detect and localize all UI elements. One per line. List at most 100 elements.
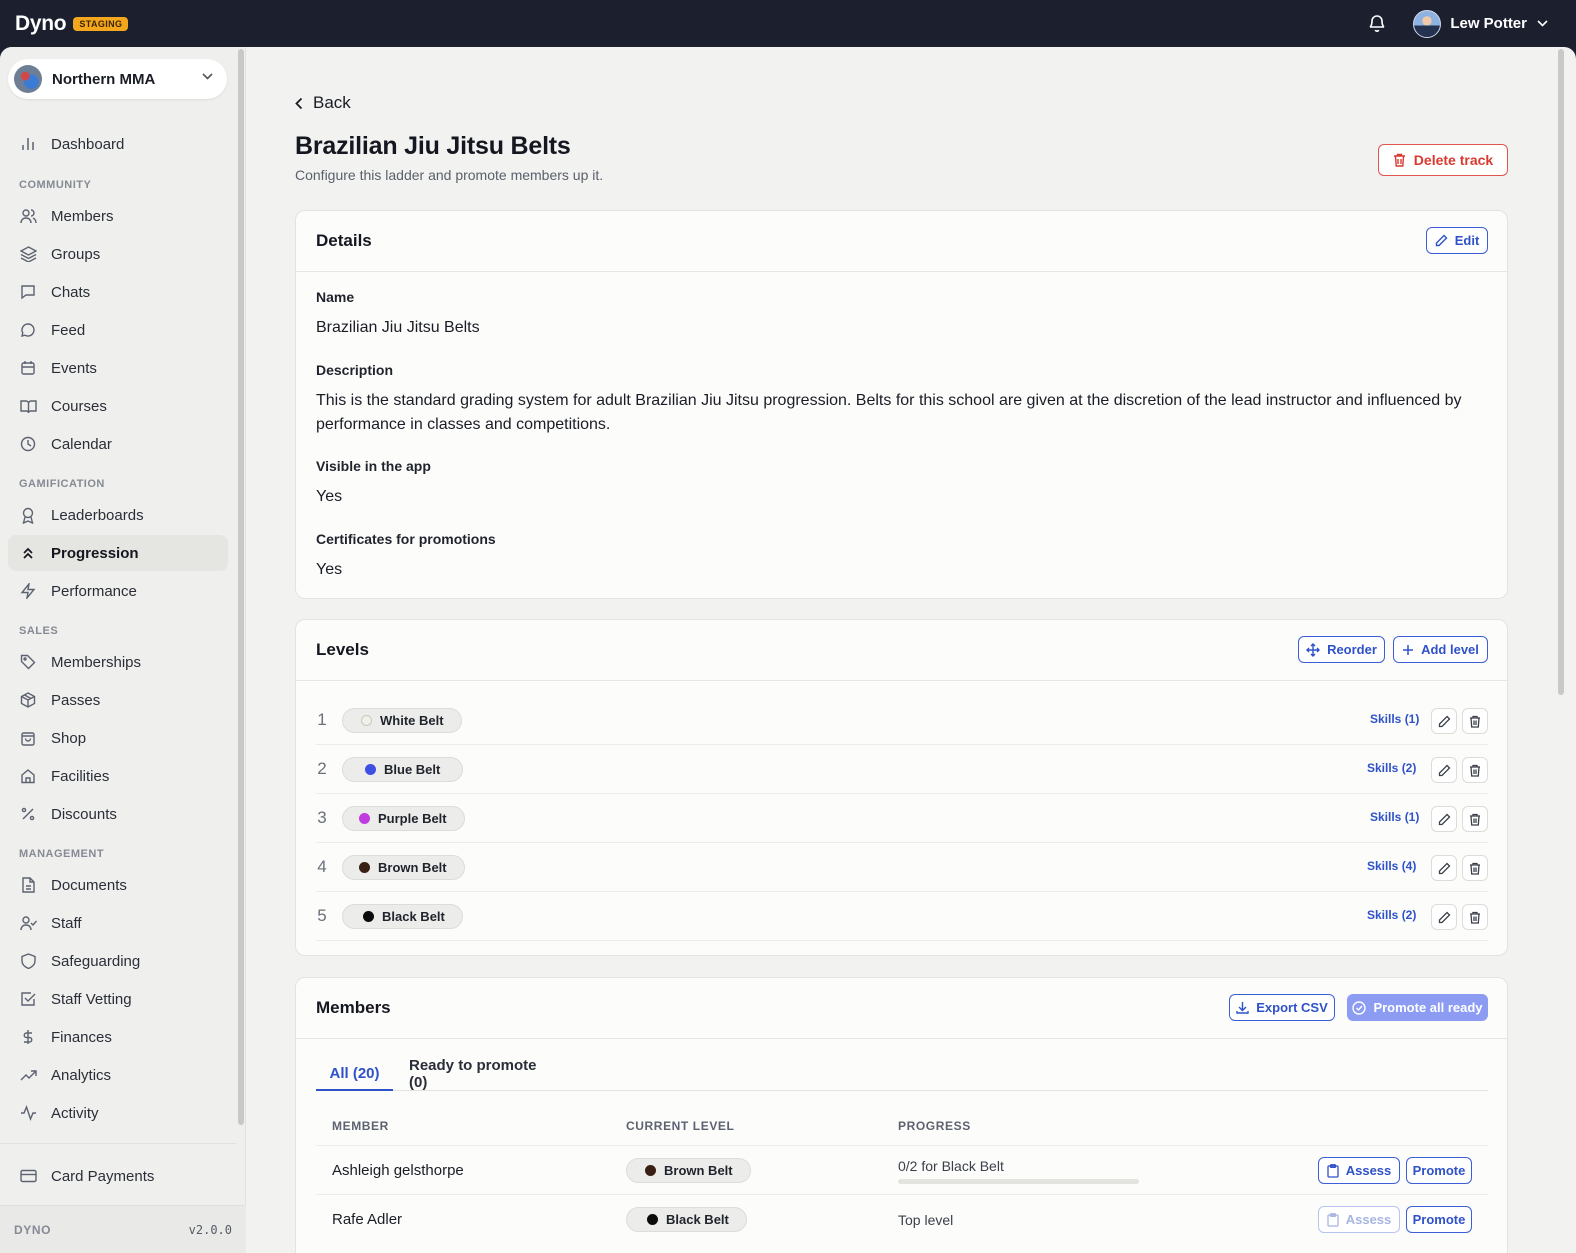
sidebar-scrollbar[interactable] <box>238 49 244 1125</box>
delete-level-button[interactable] <box>1462 757 1488 783</box>
levels-card: Levels Reorder Add level 1 White Belt Sk… <box>295 619 1508 956</box>
add-level-button[interactable]: Add level <box>1393 636 1488 663</box>
assess-button[interactable]: Assess <box>1318 1157 1400 1184</box>
member-name[interactable]: Rafe Adler <box>332 1211 402 1228</box>
trash-icon <box>1393 153 1405 167</box>
section-label-sales: SALES <box>19 625 59 637</box>
sidebar-item-courses[interactable]: Courses <box>8 388 228 424</box>
back-link[interactable]: Back <box>295 93 351 113</box>
sidebar-item-feed[interactable]: Feed <box>8 312 228 348</box>
sidebar-item-card-payments[interactable]: Card Payments <box>8 1158 228 1194</box>
belt-color-dot <box>359 862 370 873</box>
promote-all-label: Promote all ready <box>1373 1000 1483 1015</box>
notifications-button[interactable] <box>1357 4 1397 44</box>
belt-name: Black Belt <box>666 1212 729 1227</box>
sidebar-item-groups[interactable]: Groups <box>8 236 228 272</box>
sidebar-item-label: Dashboard <box>51 135 125 153</box>
sidebar-item-passes[interactable]: Passes <box>8 682 228 718</box>
reorder-button[interactable]: Reorder <box>1298 636 1385 663</box>
sidebar-item-discounts[interactable]: Discounts <box>8 796 228 832</box>
sidebar-item-chats[interactable]: Chats <box>8 274 228 310</box>
edit-level-button[interactable] <box>1431 708 1457 734</box>
sidebar-item-shop[interactable]: Shop <box>8 720 228 756</box>
skills-link[interactable]: Skills (1) <box>1370 712 1419 726</box>
skills-link[interactable]: Skills (2) <box>1367 761 1416 775</box>
sidebar-item-memberships[interactable]: Memberships <box>8 644 228 680</box>
message-square-icon <box>19 283 37 301</box>
delete-track-button[interactable]: Delete track <box>1378 144 1508 176</box>
sidebar-item-label: Finances <box>51 1028 112 1046</box>
belt-color-dot <box>645 1165 656 1176</box>
brand-logo[interactable]: Dyno <box>15 12 67 36</box>
edit-details-button[interactable]: Edit <box>1426 227 1488 254</box>
pencil-icon <box>1438 911 1450 923</box>
sidebar-item-finances[interactable]: Finances <box>8 1019 228 1055</box>
sidebar-item-members[interactable]: Members <box>8 198 228 234</box>
edit-label: Edit <box>1454 233 1480 248</box>
delete-level-button[interactable] <box>1462 708 1488 734</box>
export-csv-button[interactable]: Export CSV <box>1229 994 1335 1021</box>
delete-level-button[interactable] <box>1462 855 1488 881</box>
tab-all[interactable]: All (20) <box>316 1057 393 1091</box>
export-csv-label: Export CSV <box>1256 1000 1328 1015</box>
visible-value: Yes <box>316 488 343 505</box>
main-scrollbar[interactable] <box>1558 49 1564 695</box>
message-circle-icon <box>19 321 37 339</box>
belt-badge: Purple Belt <box>342 806 465 831</box>
promote-all-ready-button[interactable]: Promote all ready <box>1347 994 1488 1021</box>
pencil-icon <box>1438 764 1450 776</box>
sidebar-item-staff-vetting[interactable]: Staff Vetting <box>8 981 228 1017</box>
member-name[interactable]: Ashleigh gelsthorpe <box>332 1162 464 1179</box>
edit-level-button[interactable] <box>1431 855 1457 881</box>
promote-label: Promote <box>1412 1163 1466 1178</box>
sidebar-item-calendar[interactable]: Calendar <box>8 426 228 462</box>
sidebar-item-analytics[interactable]: Analytics <box>8 1057 228 1093</box>
organization-switcher[interactable]: Northern MMA <box>8 59 227 99</box>
user-menu[interactable]: Lew Potter <box>1413 9 1548 38</box>
sidebar-item-label: Staff <box>51 914 82 932</box>
description-value: This is the standard grading system for … <box>316 392 1462 433</box>
sidebar-item-documents[interactable]: Documents <box>8 867 228 903</box>
clock-icon <box>19 435 37 453</box>
assess-button[interactable]: Assess <box>1318 1206 1400 1233</box>
sidebar-item-facilities[interactable]: Facilities <box>8 758 228 794</box>
pencil-icon <box>1435 234 1448 247</box>
sidebar-item-performance[interactable]: Performance <box>8 573 228 609</box>
sidebar-item-activity[interactable]: Activity <box>8 1095 228 1131</box>
tab-ready-to-promote[interactable]: Ready to promote (0) <box>409 1057 554 1091</box>
members-tabs: All (20) Ready to promote (0) <box>316 1057 1488 1091</box>
edit-level-button[interactable] <box>1431 757 1457 783</box>
reorder-label: Reorder <box>1327 642 1377 657</box>
sidebar-footer: DYNO v2.0.0 <box>0 1205 246 1253</box>
sidebar-item-progression[interactable]: Progression <box>8 535 228 571</box>
bell-icon <box>1369 15 1385 32</box>
sidebar-item-staff[interactable]: Staff <box>8 905 228 941</box>
chevron-down-icon <box>1537 20 1548 27</box>
promote-button[interactable]: Promote <box>1406 1206 1472 1233</box>
delete-level-button[interactable] <box>1462 806 1488 832</box>
users-icon <box>19 207 37 225</box>
calendar-icon <box>19 359 37 377</box>
sidebar-item-events[interactable]: Events <box>8 350 228 386</box>
sidebar-item-label: Memberships <box>51 653 142 671</box>
skills-link[interactable]: Skills (1) <box>1370 810 1419 824</box>
environment-badge: STAGING <box>73 16 129 31</box>
clipboard-icon <box>1327 1212 1339 1227</box>
edit-level-button[interactable] <box>1431 904 1457 930</box>
skills-link[interactable]: Skills (2) <box>1367 908 1416 922</box>
level-row: 1 White Belt Skills (1) <box>316 696 1488 745</box>
details-card: Details Edit Name Brazilian Jiu Jitsu Be… <box>295 210 1508 599</box>
description-label: Description <box>316 362 394 378</box>
promote-button[interactable]: Promote <box>1406 1157 1472 1184</box>
belt-color-dot <box>359 813 370 824</box>
members-title: Members <box>316 998 391 1017</box>
sidebar-item-label: Performance <box>51 582 137 600</box>
skills-link[interactable]: Skills (4) <box>1367 859 1416 873</box>
edit-level-button[interactable] <box>1431 806 1457 832</box>
package-icon <box>19 691 37 709</box>
sidebar-item-leaderboards[interactable]: Leaderboards <box>8 497 228 533</box>
sidebar-item-dashboard[interactable]: Dashboard <box>8 126 228 162</box>
delete-level-button[interactable] <box>1462 904 1488 930</box>
sidebar-item-safeguarding[interactable]: Safeguarding <box>8 943 228 979</box>
progress-bar <box>898 1179 1139 1184</box>
